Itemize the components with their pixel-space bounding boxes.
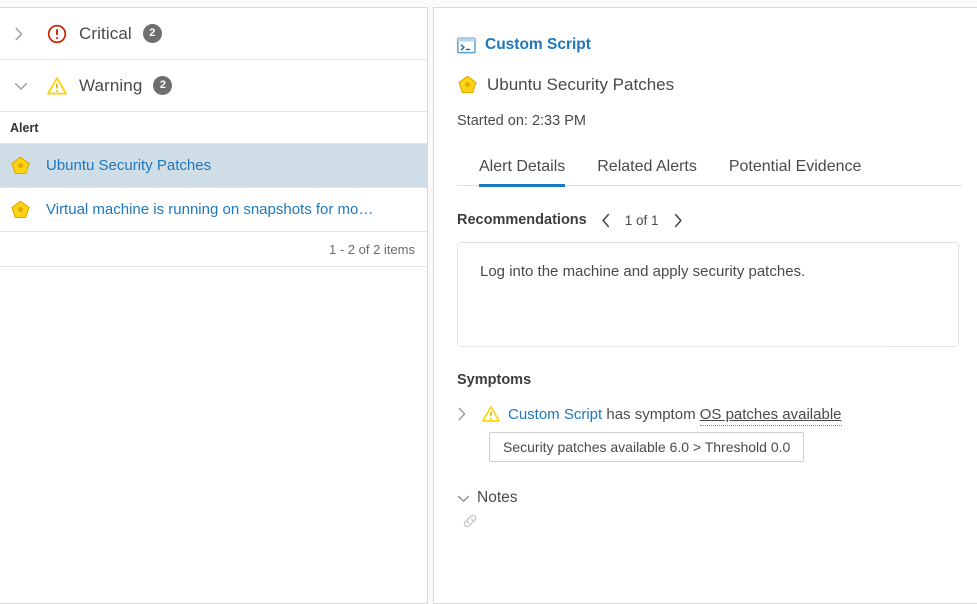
recommendation-text: Log into the machine and apply security … [480,263,805,280]
severity-group-warning[interactable]: Warning 2 [0,60,427,112]
symptom-threshold-badge: Security patches available 6.0 > Thresho… [489,432,804,462]
detail-tabs: Alert Details Related Alerts Potential E… [457,158,962,186]
chevron-right-icon[interactable] [14,27,40,41]
alert-list-item-ubuntu-security-patches[interactable]: Ubuntu Security Patches [0,144,427,188]
tab-label: Alert Details [479,158,565,175]
recommendations-counter: 1 of 1 [614,213,670,228]
symptom-threshold-wrap: Security patches available 6.0 > Thresho… [489,432,977,462]
severity-label: Warning [74,76,142,96]
symptoms-heading: Symptoms [457,372,977,388]
critical-circle-icon [40,24,74,44]
alert-title: Ubuntu Security Patches [487,75,674,95]
tab-potential-evidence[interactable]: Potential Evidence [713,158,878,185]
alert-list-item-label: Ubuntu Security Patches [40,157,211,174]
notes-label: Notes [477,489,518,507]
warning-triangle-icon [481,405,501,423]
tab-alert-details[interactable]: Alert Details [479,158,581,185]
chevron-down-icon[interactable] [457,494,470,503]
object-link[interactable]: Custom Script [485,36,591,54]
object-row: Custom Script [457,36,977,54]
severity-group-critical[interactable]: Critical 2 [0,8,427,60]
alert-pentagon-icon [457,74,478,95]
symptom-metric-link[interactable]: OS patches available [700,406,842,426]
pagination-bar: 1 - 2 of 2 items [0,232,427,267]
severity-count-badge: 2 [153,76,172,95]
alert-list-item-label: Virtual machine is running on snapshots … [40,201,373,218]
severity-label: Critical [74,24,132,44]
chain-link-icon[interactable] [460,511,977,536]
console-script-icon [457,37,476,54]
chevron-left-icon[interactable] [598,213,614,228]
pagination-label: 1 - 2 of 2 items [329,242,415,257]
tab-label: Potential Evidence [729,158,862,175]
notes-header[interactable]: Notes [457,489,977,507]
symptom-row: Custom Script has symptom OS patches ava… [457,405,977,423]
alert-list-item-virtual-machine-snapshots[interactable]: Virtual machine is running on snapshots … [0,188,427,232]
tab-related-alerts[interactable]: Related Alerts [581,158,713,185]
alert-column-header: Alert [0,112,427,144]
chevron-right-icon[interactable] [670,213,686,228]
warning-triangle-icon [40,76,74,96]
alert-column-header-label: Alert [10,121,38,135]
alert-pentagon-icon [10,199,40,220]
severity-count-badge: 2 [143,24,162,43]
started-on-label: Started on: 2:33 PM [457,113,977,129]
alerts-list-panel: Critical 2 Warning 2 Alert [0,7,428,604]
recommendations-header: Recommendations 1 of 1 [457,212,977,228]
alert-name-row: Ubuntu Security Patches [457,74,977,95]
recommendation-box: Log into the machine and apply security … [457,242,959,347]
recommendations-label: Recommendations [457,212,587,228]
chevron-down-icon[interactable] [14,81,40,91]
symptom-text: Custom Script has symptom OS patches ava… [508,406,842,423]
symptom-middle-text: has symptom [602,406,700,423]
tab-label: Related Alerts [597,158,697,175]
alert-pentagon-icon [10,155,40,176]
alert-details-screen: Critical 2 Warning 2 Alert [0,0,977,604]
chevron-right-icon[interactable] [457,407,481,421]
recommendations-pager: 1 of 1 [598,213,686,228]
symptom-source-link[interactable]: Custom Script [508,406,602,423]
alert-detail-panel: Custom Script Ubuntu Security Patches St… [433,7,977,604]
